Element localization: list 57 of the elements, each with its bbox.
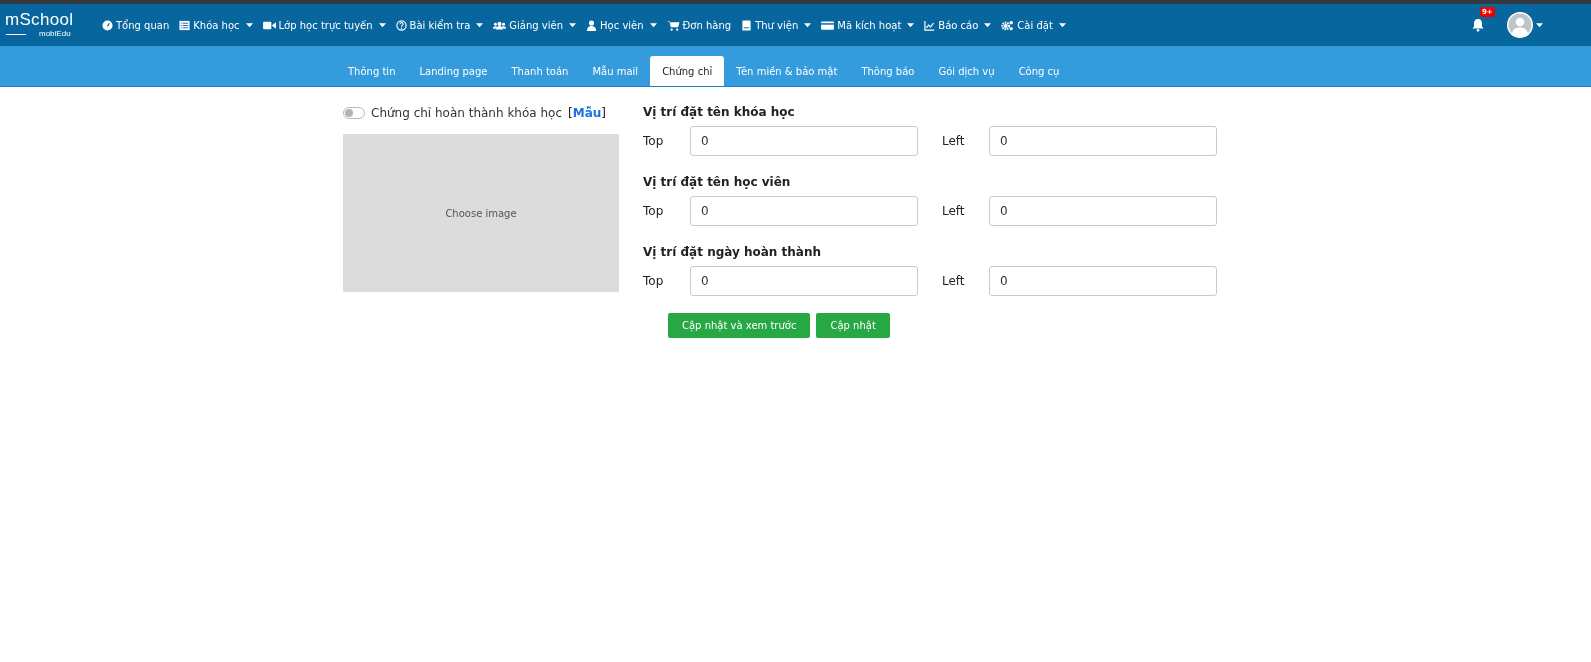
logo[interactable]: mSchool mobiEdu bbox=[5, 11, 87, 39]
cart-icon bbox=[666, 19, 680, 31]
section-title: Vị trí đặt tên khóa học bbox=[643, 104, 796, 121]
nav-menu-item[interactable]: Học viên bbox=[581, 13, 662, 37]
field-label: Left bbox=[942, 134, 966, 148]
toggle-switch[interactable] bbox=[343, 107, 365, 119]
nav-menu-item[interactable]: Lớp học trực tuyến bbox=[257, 13, 391, 37]
input-field[interactable]: 0 bbox=[989, 126, 1217, 156]
line-chart-icon bbox=[924, 19, 936, 31]
users-icon bbox=[493, 19, 507, 31]
credit-card-icon bbox=[821, 19, 835, 31]
caret-icon bbox=[245, 22, 253, 28]
book-icon bbox=[741, 19, 753, 31]
nav-menu-item[interactable]: Cài đặt bbox=[996, 13, 1071, 37]
field-label: Left bbox=[942, 274, 966, 288]
settings-tab[interactable]: Chứng chỉ bbox=[650, 56, 725, 86]
section-title: Vị trí đặt ngày hoàn thành bbox=[643, 244, 823, 261]
bell-icon bbox=[1471, 18, 1485, 32]
field-label: Top bbox=[643, 274, 665, 288]
caret-icon bbox=[907, 22, 915, 28]
nav-menu-item[interactable]: Báo cáo bbox=[919, 13, 997, 37]
caret-icon bbox=[569, 22, 577, 28]
caret-icon bbox=[378, 22, 386, 28]
submit-button[interactable]: Cập nhật và xem trước bbox=[668, 313, 811, 338]
nav-menu-item[interactable]: Bài kiểm tra bbox=[390, 13, 489, 37]
caret-icon bbox=[649, 22, 657, 28]
nav-menu-item[interactable]: Giảng viên bbox=[488, 13, 582, 37]
nav-menu-item[interactable]: Tổng quan bbox=[97, 13, 175, 37]
caret-icon bbox=[1536, 22, 1543, 28]
input-field[interactable]: 0 bbox=[690, 126, 918, 156]
caret-icon bbox=[1058, 22, 1066, 28]
nav-menu-item[interactable]: Đơn hàng bbox=[661, 13, 737, 37]
user-icon bbox=[586, 19, 598, 31]
sample-link[interactable]: [Mẫu] bbox=[568, 106, 606, 120]
account-menu-button[interactable] bbox=[1507, 12, 1543, 38]
list-icon bbox=[179, 19, 191, 31]
input-field[interactable]: 0 bbox=[989, 196, 1217, 226]
submit-button[interactable]: Cập nhật bbox=[816, 313, 890, 338]
field-label: Left bbox=[942, 204, 966, 218]
caret-icon bbox=[984, 22, 992, 28]
caret-icon bbox=[476, 22, 484, 28]
avatar-icon bbox=[1507, 12, 1533, 38]
section-title: Vị trí đặt tên học viên bbox=[643, 174, 792, 191]
caret-icon bbox=[804, 22, 812, 28]
gauge-icon bbox=[102, 19, 113, 31]
input-field[interactable]: 0 bbox=[989, 266, 1217, 296]
nav-menu-item[interactable]: Mã kích hoạt bbox=[816, 13, 920, 37]
toggle-label: Chứng chỉ hoàn thành khóa học bbox=[371, 106, 562, 120]
image-upload-area[interactable]: Choose image bbox=[343, 134, 619, 292]
input-field[interactable]: 0 bbox=[690, 196, 918, 226]
help-icon bbox=[395, 19, 407, 31]
field-label: Top bbox=[643, 204, 665, 218]
input-field[interactable]: 0 bbox=[690, 266, 918, 296]
video-camera-icon bbox=[262, 19, 276, 31]
field-label: Top bbox=[643, 134, 665, 148]
nav-menu-item[interactable]: Khóa học bbox=[174, 13, 258, 37]
nav-menu-item[interactable]: Thư viện bbox=[736, 13, 817, 37]
